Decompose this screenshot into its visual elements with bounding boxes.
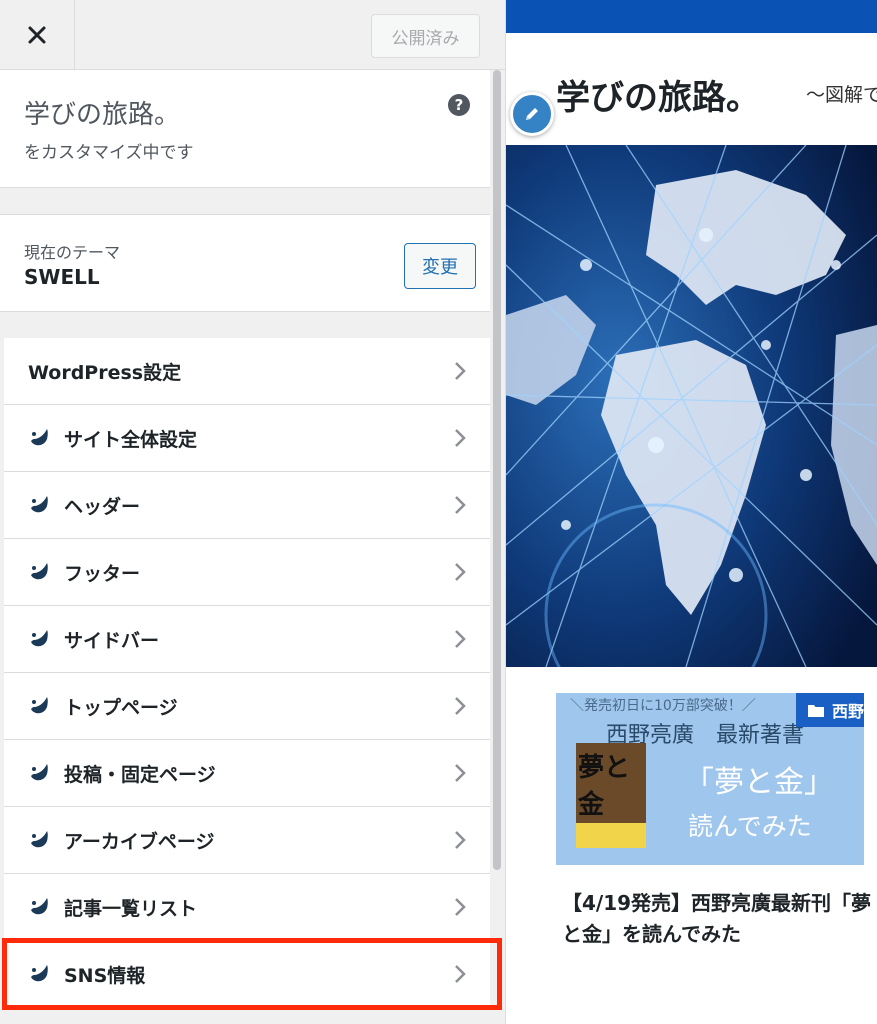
menu-item-footer[interactable]: フッター <box>4 539 490 606</box>
book-cover-band <box>576 823 646 848</box>
swell-leaf-icon <box>31 831 48 848</box>
swell-leaf-icon <box>31 630 48 647</box>
swell-leaf-icon <box>31 563 48 580</box>
chevron-right-icon <box>455 831 466 849</box>
menu-item-label: WordPress設定 <box>28 361 182 384</box>
customizing-label: をカスタマイズ中です <box>24 143 194 163</box>
close-customizer-button[interactable] <box>0 0 75 70</box>
menu-item-label: ヘッダー <box>64 495 141 518</box>
edit-shortcut-button[interactable] <box>510 92 554 136</box>
post-title-link[interactable]: 【4/19発売】西野亮廣最新刊「夢と金」を読んでみた <box>562 888 872 950</box>
post-thumbnail-card[interactable]: ＼発売初日に10万部突破！／ 西野亮廣 最新著書 夢と金 「夢と金」 読んでみた… <box>556 693 864 865</box>
preview-header-bar <box>506 0 877 33</box>
menu-item-site-settings[interactable]: サイト全体設定 <box>4 405 490 472</box>
swell-leaf-icon <box>31 764 48 781</box>
menu-item-archive-page[interactable]: アーカイブページ <box>4 807 490 874</box>
chevron-right-icon <box>455 563 466 581</box>
menu-item-wordpress-settings[interactable]: WordPress設定 <box>4 338 490 405</box>
customizer-menu: WordPress設定 サイト全体設定 ヘッダー フッター サイドバー トップペ… <box>4 338 490 1008</box>
menu-item-sidebar[interactable]: サイドバー <box>4 606 490 673</box>
chevron-right-icon <box>455 630 466 648</box>
menu-item-top-page[interactable]: トップページ <box>4 673 490 740</box>
publish-button[interactable]: 公開済み <box>371 14 480 58</box>
help-icon[interactable]: ? <box>448 94 470 116</box>
swell-leaf-icon <box>31 429 48 446</box>
chevron-right-icon <box>455 362 466 380</box>
close-icon <box>28 26 46 44</box>
menu-item-label: 記事一覧リスト <box>64 897 198 920</box>
card-top-text: ＼発売初日に10万部突破！／ <box>570 698 756 714</box>
card-book-title: 「夢と金」 <box>684 765 834 800</box>
preview-site-title[interactable]: 学びの旅路。 <box>556 70 760 119</box>
swell-leaf-icon <box>31 898 48 915</box>
menu-item-post-list[interactable]: 記事一覧リスト <box>4 874 490 941</box>
site-preview: 学びの旅路。 〜図解で ＼発売初日に10万部突破！／ 西野亮廣 最新著書 夢と金… <box>506 0 877 1024</box>
menu-item-label: サイドバー <box>64 629 160 652</box>
menu-item-label: トップページ <box>64 696 178 719</box>
pencil-icon <box>526 108 538 120</box>
site-info-box: 学びの旅路。 をカスタマイズ中です ? <box>0 70 490 188</box>
customizer-panel: 公開済み 学びの旅路。 をカスタマイズ中です ? 現在のテーマ SWELL 変更… <box>0 0 506 1024</box>
book-cover-image: 夢と金 <box>576 743 646 848</box>
hero-world-map-image <box>506 145 877 667</box>
change-theme-button[interactable]: 変更 <box>404 243 476 289</box>
highlight-box <box>2 938 502 1010</box>
menu-item-header[interactable]: ヘッダー <box>4 472 490 539</box>
menu-item-label: 投稿・固定ページ <box>64 763 216 786</box>
category-badge[interactable]: 西野亮廣 <box>796 693 864 727</box>
menu-item-posts-pages[interactable]: 投稿・固定ページ <box>4 740 490 807</box>
chevron-right-icon <box>455 697 466 715</box>
site-title: 学びの旅路。 <box>24 100 181 130</box>
swell-leaf-icon <box>31 697 48 714</box>
chevron-right-icon <box>455 764 466 782</box>
swell-leaf-icon <box>31 496 48 513</box>
theme-name: SWELL <box>24 265 100 289</box>
menu-item-label: サイト全体設定 <box>64 428 198 451</box>
chevron-right-icon <box>455 429 466 447</box>
panel-scrollbar[interactable] <box>493 70 501 870</box>
chevron-right-icon <box>455 898 466 916</box>
menu-item-label: アーカイブページ <box>64 830 215 853</box>
theme-box: 現在のテーマ SWELL 変更 <box>0 214 490 312</box>
theme-label: 現在のテーマ <box>24 243 121 262</box>
preview-tagline: 〜図解で <box>806 84 877 106</box>
folder-icon <box>808 705 824 717</box>
customizer-header: 公開済み <box>0 0 505 70</box>
category-label: 西野亮廣 <box>832 702 864 721</box>
menu-item-label: フッター <box>64 562 141 585</box>
book-cover-title: 夢と金 <box>578 753 631 820</box>
chevron-right-icon <box>455 496 466 514</box>
card-read-text: 読んでみた <box>688 812 812 841</box>
